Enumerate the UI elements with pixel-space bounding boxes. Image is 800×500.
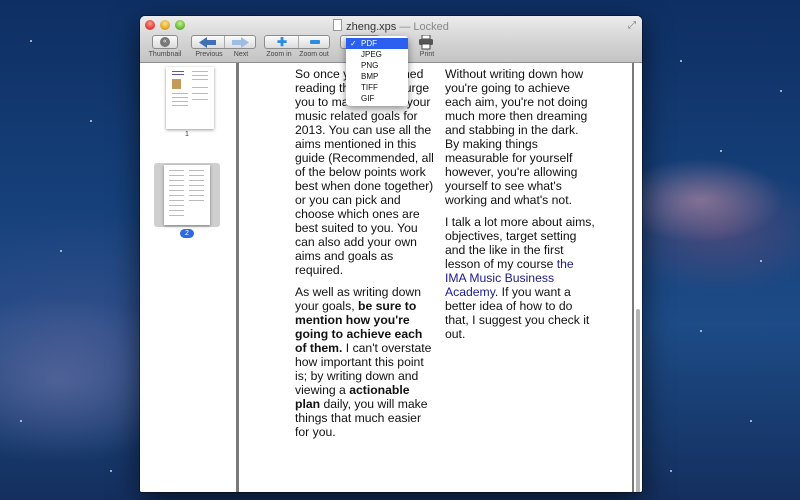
zoom-in-button[interactable]: ✚ — [265, 36, 298, 48]
zoom-out-label: Zoom out — [299, 51, 329, 58]
app-window: zheng.xps — Locked ⤢ « Thumbnail Previou… — [140, 16, 642, 492]
window-lock-status: — Locked — [396, 21, 449, 33]
fullscreen-icon[interactable]: ⤢ — [628, 20, 636, 31]
export-format-menu: ✓ PDF JPEG PNG BMP TIFF GIF — [346, 36, 408, 106]
menu-item-png[interactable]: PNG — [346, 60, 408, 71]
arrow-left-icon — [199, 37, 216, 48]
thumbnail-label: Thumbnail — [148, 51, 182, 58]
next-label: Next — [233, 51, 249, 58]
menu-item-bmp[interactable]: BMP — [346, 71, 408, 82]
previous-label: Previous — [195, 51, 223, 58]
plus-icon: ✚ — [277, 35, 288, 49]
page-border — [632, 63, 634, 492]
thumbnail-image — [172, 79, 181, 89]
zoom-segmented-control: ✚ — [264, 35, 330, 49]
text-column-2: Without writing down how you're going to… — [445, 67, 595, 349]
menu-item-pdf[interactable]: ✓ PDF — [346, 38, 408, 49]
navigation-segmented-control — [191, 35, 256, 49]
page-thumbnail-1[interactable] — [166, 67, 214, 129]
print-label: Print — [419, 51, 435, 58]
menu-item-label: PDF — [361, 39, 377, 48]
printer-icon — [419, 34, 433, 50]
paragraph: Without writing down how you're going to… — [445, 67, 588, 207]
document-icon — [333, 19, 343, 31]
menu-item-jpeg[interactable]: JPEG — [346, 49, 408, 60]
next-button[interactable] — [225, 36, 257, 48]
menu-item-label: TIFF — [361, 83, 378, 92]
arrow-right-icon — [232, 37, 249, 48]
paragraph: I talk a lot more about aims, objectives… — [445, 215, 595, 341]
thumbnail-sidebar: 1 2 — [140, 63, 239, 492]
vertical-scrollbar[interactable] — [636, 309, 640, 492]
page-number-1: 1 — [185, 131, 189, 138]
menu-item-tiff[interactable]: TIFF — [346, 82, 408, 93]
minus-icon — [310, 40, 320, 44]
previous-button[interactable] — [192, 36, 224, 48]
paragraph: As well as writing down your goals, be s… — [295, 285, 435, 439]
menu-item-label: JPEG — [361, 50, 382, 59]
document-view: So once you've finished reading this gui… — [239, 63, 642, 492]
window-filename: zheng.xps — [346, 21, 397, 33]
menu-item-label: PNG — [361, 61, 379, 70]
collapse-sidebar-icon: « — [160, 37, 170, 47]
text-column-1: So once you've finished reading this gui… — [295, 67, 435, 447]
print-button[interactable] — [418, 34, 436, 51]
zoom-in-label: Zoom in — [266, 51, 292, 58]
page-number-2-badge: 2 — [180, 229, 194, 238]
menu-item-label: BMP — [361, 72, 379, 81]
menu-item-gif[interactable]: GIF — [346, 93, 408, 104]
zoom-out-button[interactable] — [299, 36, 331, 48]
menu-item-label: GIF — [361, 94, 375, 103]
thumbnail-button[interactable]: « — [152, 35, 178, 49]
window-title: zheng.xps — Locked — [140, 19, 642, 33]
page-thumbnail-2[interactable] — [164, 165, 210, 225]
checkmark-icon: ✓ — [350, 39, 357, 48]
